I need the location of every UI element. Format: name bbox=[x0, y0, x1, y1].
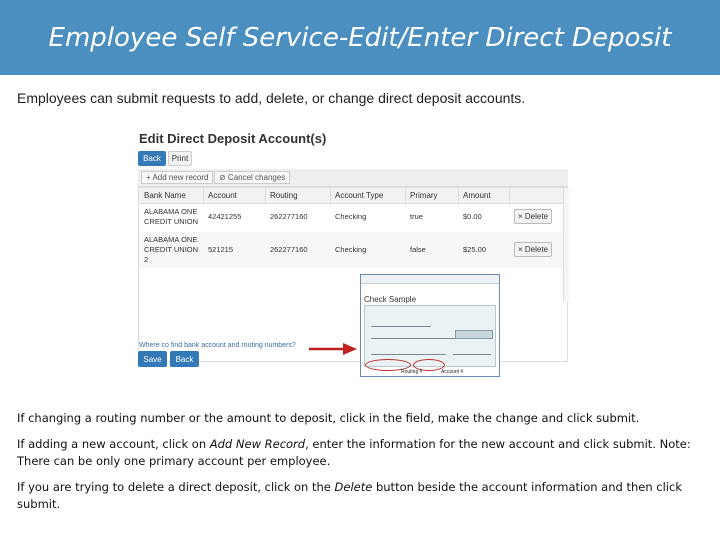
print-button[interactable]: Print bbox=[168, 151, 192, 166]
column-header-amount: Amount bbox=[463, 191, 491, 200]
cell-account[interactable]: 521215 bbox=[208, 245, 233, 255]
edit-direct-deposit-title: Edit Direct Deposit Account(s) bbox=[139, 131, 327, 146]
column-header-primary: Primary bbox=[410, 191, 438, 200]
add-new-record-reference: Add New Record bbox=[209, 437, 306, 451]
direct-deposit-screenshot: Edit Direct Deposit Account(s) Back Prin… bbox=[137, 128, 571, 374]
save-button[interactable]: Save bbox=[138, 351, 167, 367]
intro-text: Employees can submit requests to add, de… bbox=[17, 90, 526, 106]
check-line bbox=[371, 354, 446, 355]
cell-routing[interactable]: 262277160 bbox=[270, 245, 308, 255]
check-image bbox=[364, 305, 496, 367]
column-header-account-type: Account Type bbox=[335, 191, 384, 200]
cell-account[interactable]: 42421255 bbox=[208, 212, 241, 222]
cell-amount[interactable]: $0.00 bbox=[463, 212, 482, 222]
back-button[interactable]: Back bbox=[138, 151, 166, 166]
delete-button[interactable]: × Delete bbox=[514, 209, 552, 224]
delete-button[interactable]: × Delete bbox=[514, 242, 552, 257]
column-divider bbox=[203, 188, 204, 203]
grid-header: Bank Name Account Routing Account Type P… bbox=[139, 188, 567, 204]
delete-reference: Delete bbox=[334, 480, 373, 494]
cell-account-type[interactable]: Checking bbox=[335, 245, 366, 255]
back-bottom-button[interactable]: Back bbox=[170, 351, 199, 367]
page-title: Employee Self Service-Edit/Enter Direct … bbox=[48, 22, 672, 53]
routing-label: Routing # bbox=[401, 369, 423, 375]
title-bar: Employee Self Service-Edit/Enter Direct … bbox=[0, 0, 720, 75]
table-row[interactable]: ALABAMA ONE CREDIT UNION 42421255 262277… bbox=[139, 204, 567, 230]
instruction-delete: If you are trying to delete a direct dep… bbox=[17, 479, 707, 513]
column-divider bbox=[330, 188, 331, 203]
find-routing-numbers-link[interactable]: Where co find bank account and routing n… bbox=[139, 342, 296, 349]
check-sample-popup: Check Sample Routing # Account # bbox=[360, 274, 500, 377]
check-line bbox=[371, 338, 466, 339]
check-line bbox=[371, 326, 431, 327]
column-divider bbox=[509, 188, 510, 203]
check-sample-title: Check Sample bbox=[364, 295, 417, 304]
instruction-change: If changing a routing number or the amou… bbox=[17, 411, 640, 425]
cell-primary[interactable]: true bbox=[410, 212, 423, 222]
column-header-account: Account bbox=[208, 191, 237, 200]
column-divider bbox=[405, 188, 406, 203]
instruction-add-text: If adding a new account, click on bbox=[17, 437, 210, 451]
grid-toolbar: + Add new record ⊘ Cancel changes bbox=[138, 169, 568, 187]
table-row[interactable]: ALABAMA ONE CREDIT UNION 2 521215 262277… bbox=[139, 232, 567, 268]
amount-box bbox=[455, 330, 493, 339]
add-new-record-button[interactable]: + Add new record bbox=[141, 171, 214, 184]
column-header-bank-name: Bank Name bbox=[144, 191, 186, 200]
column-divider bbox=[265, 188, 266, 203]
popup-titlebar bbox=[361, 275, 499, 284]
red-arrow-icon bbox=[309, 343, 357, 355]
cell-primary[interactable]: false bbox=[410, 245, 426, 255]
grid-scrollbar[interactable] bbox=[563, 188, 569, 302]
cell-routing[interactable]: 262277160 bbox=[270, 212, 308, 222]
cell-amount[interactable]: $25.00 bbox=[463, 245, 486, 255]
cell-bank-name: ALABAMA ONE CREDIT UNION bbox=[144, 207, 199, 226]
cancel-changes-button[interactable]: ⊘ Cancel changes bbox=[214, 171, 291, 184]
instruction-delete-text: If you are trying to delete a direct dep… bbox=[17, 480, 335, 494]
account-label: Account # bbox=[441, 369, 464, 375]
instruction-add: If adding a new account, click on Add Ne… bbox=[17, 436, 707, 470]
signature-line bbox=[453, 354, 491, 355]
column-divider bbox=[458, 188, 459, 203]
cell-account-type[interactable]: Checking bbox=[335, 212, 366, 222]
cell-bank-name: ALABAMA ONE CREDIT UNION 2 bbox=[144, 235, 199, 264]
accounts-grid: Bank Name Account Routing Account Type P… bbox=[138, 187, 568, 362]
column-header-routing: Routing bbox=[270, 191, 298, 200]
